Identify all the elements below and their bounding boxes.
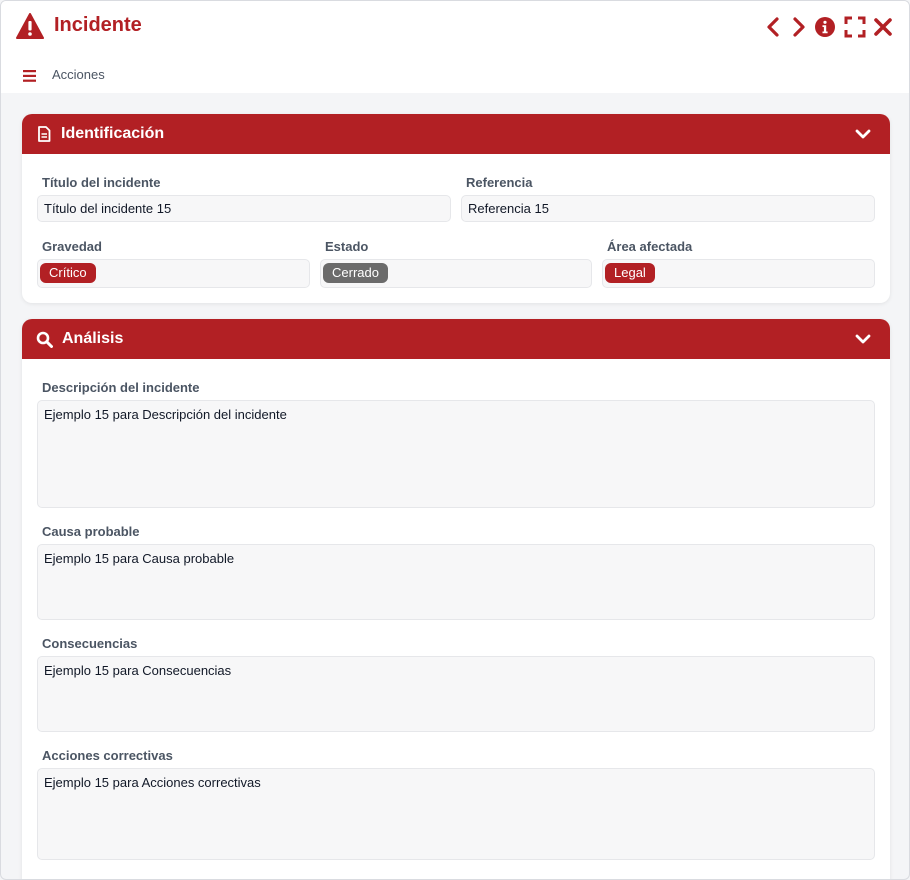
descripcion-textarea[interactable]: Ejemplo 15 para Descripción del incident… xyxy=(37,400,875,508)
area-select[interactable]: Legal xyxy=(602,259,875,288)
titulo-label: Título del incidente xyxy=(42,175,161,190)
document-icon xyxy=(36,126,52,142)
descripcion-label: Descripción del incidente xyxy=(42,380,200,395)
chevron-down-icon[interactable] xyxy=(855,331,871,347)
identificacion-section: Identificación Título del incidente Títu… xyxy=(22,114,890,303)
warning-triangle-icon xyxy=(16,13,44,39)
identificacion-title: Identificación xyxy=(61,125,165,142)
window-title: Incidente xyxy=(54,14,142,36)
gravedad-label: Gravedad xyxy=(42,239,102,254)
search-icon xyxy=(36,331,53,348)
consecuencias-label: Consecuencias xyxy=(42,636,138,651)
info-icon[interactable] xyxy=(814,16,836,38)
analisis-title: Análisis xyxy=(62,330,124,347)
gravedad-tag: Crítico xyxy=(40,263,96,283)
maximize-icon[interactable] xyxy=(844,16,866,38)
estado-label: Estado xyxy=(325,239,369,254)
window-header: Incidente Acciones xyxy=(1,1,909,93)
referencia-input[interactable]: Referencia 15 xyxy=(461,195,875,222)
acciones-textarea[interactable]: Ejemplo 15 para Acciones correctivas xyxy=(37,768,875,860)
causa-textarea[interactable]: Ejemplo 15 para Causa probable xyxy=(37,544,875,620)
hamburger-icon[interactable] xyxy=(23,69,37,82)
consecuencias-textarea[interactable]: Ejemplo 15 para Consecuencias xyxy=(37,656,875,732)
estado-tag: Cerrado xyxy=(323,263,388,283)
gravedad-select[interactable]: Crítico xyxy=(37,259,310,288)
area-label: Área afectada xyxy=(607,239,693,254)
referencia-label: Referencia xyxy=(466,175,533,190)
estado-select[interactable]: Cerrado xyxy=(320,259,592,288)
identificacion-header[interactable]: Identificación xyxy=(22,114,890,154)
close-icon[interactable] xyxy=(872,16,894,38)
analisis-section: Análisis Descripción del incidente Ejemp… xyxy=(22,319,890,879)
chevron-left-icon[interactable] xyxy=(763,16,785,38)
causa-label: Causa probable xyxy=(42,524,140,539)
chevron-down-icon[interactable] xyxy=(855,126,871,142)
incident-window: Incidente Acciones Identificación Título… xyxy=(0,0,910,880)
area-tag: Legal xyxy=(605,263,655,283)
acciones-label: Acciones correctivas xyxy=(42,748,173,763)
titulo-input[interactable]: Título del incidente 15 xyxy=(37,195,451,222)
actions-menu[interactable]: Acciones xyxy=(52,67,105,82)
analisis-header[interactable]: Análisis xyxy=(22,319,890,359)
chevron-right-icon[interactable] xyxy=(787,16,809,38)
